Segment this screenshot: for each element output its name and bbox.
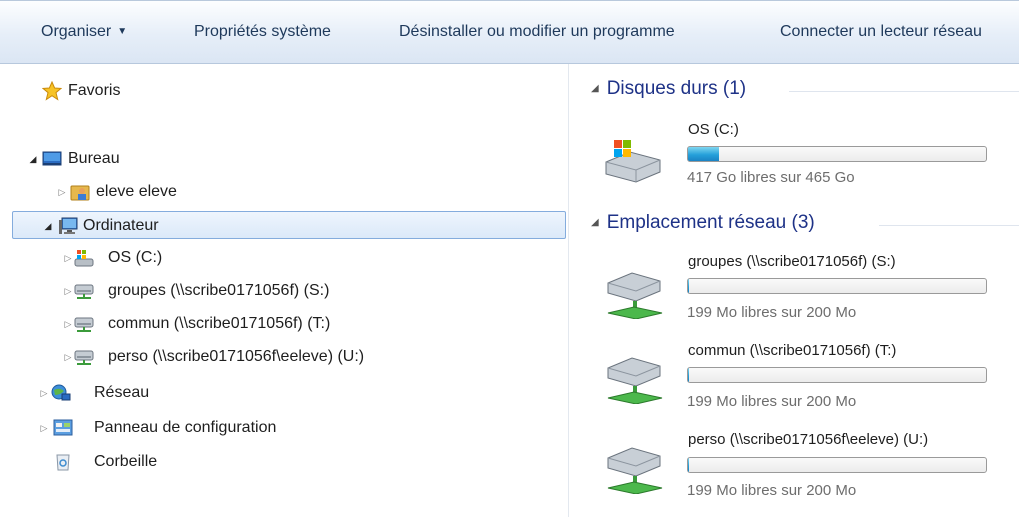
nav-item-recycle-bin[interactable]: Corbeille [10,448,550,476]
group-header-label: Disques durs (1) [606,78,747,99]
drive-name: groupes (\\scribe0171056f) (S:) [688,253,896,270]
collapse-arrow-icon: ◢ [591,83,599,94]
user-folder-icon [70,185,90,201]
usage-bar [687,457,987,473]
content-pane: ◢ Disques durs (1) OS (C:) 417 Go libres … [569,64,1019,517]
expand-arrow-icon[interactable]: ▷ [63,310,73,338]
usage-bar [687,367,987,383]
group-header-label: Emplacement réseau (3) [606,212,815,233]
uninstall-program-button[interactable]: Désinstaller ou modifier un programme [399,23,675,41]
nav-label: Corbeille [94,453,158,470]
drive-name: perso (\\scribe0171056f\eeleve) (U:) [688,431,929,448]
usage-fill [688,279,690,293]
drive-free-space: 199 Mo libres sur 200 Mo [687,393,857,410]
collapse-arrow-icon: ◢ [591,217,599,228]
expand-arrow-icon[interactable]: ▷ [63,277,73,305]
usage-fill [688,147,719,161]
usage-fill [688,458,690,472]
nav-label: Ordinateur [83,217,159,234]
nav-item-user[interactable]: ▷ eleve eleve [10,178,550,206]
nav-item-drive-s[interactable]: ▷ groupes (\\scribe0171056f) (S:) [10,277,550,305]
expand-arrow-icon[interactable]: ▷ [63,343,73,371]
nav-label: Réseau [94,384,150,401]
drive-name: commun (\\scribe0171056f) (T:) [688,342,897,359]
usage-fill [688,368,690,382]
control-panel-icon [53,419,73,436]
usage-bar [687,278,987,294]
expand-arrow-icon[interactable]: ▷ [63,244,73,272]
windows-drive-icon [74,250,94,267]
nav-label: commun (\\scribe0171056f) (T:) [108,315,331,332]
command-bar: Organiser ▼ Propriétés système Désinstall… [0,0,1019,64]
group-separator [879,225,1019,226]
group-separator [789,91,1019,92]
expand-arrow-icon[interactable]: ▷ [39,414,49,442]
expand-arrow-icon[interactable]: ▷ [39,379,49,407]
drive-name: OS (C:) [688,121,739,138]
collapse-arrow-icon[interactable]: ◢ [28,145,38,173]
group-header-network[interactable]: ◢ Emplacement réseau (3) [591,212,815,234]
network-icon [51,384,71,401]
nav-label: OS (C:) [108,249,163,266]
desktop-icon [42,151,62,166]
expand-arrow-icon[interactable]: ▷ [57,178,67,206]
network-drive-icon [74,317,94,332]
drive-free-space: 199 Mo libres sur 200 Mo [687,304,857,321]
organize-label: Organiser [41,23,112,40]
star-icon [42,81,62,101]
network-drive-icon [607,447,663,494]
nav-label: groupes (\\scribe0171056f) (S:) [108,282,330,299]
network-drive-icon [607,357,663,404]
nav-item-drive-c[interactable]: ▷ OS (C:) [10,244,550,272]
dropdown-arrow-icon: ▼ [117,26,128,37]
drive-free-space: 199 Mo libres sur 200 Mo [687,482,857,499]
network-drive-icon [607,272,663,319]
nav-item-network[interactable]: ▷ Réseau [10,379,550,407]
nav-label: Favoris [68,82,121,99]
nav-label: perso (\\scribe0171056f\eeleve) (U:) [108,348,365,365]
collapse-arrow-icon[interactable]: ◢ [43,212,53,240]
nav-item-desktop[interactable]: ◢ Bureau [10,145,550,173]
system-properties-button[interactable]: Propriétés système [194,23,331,41]
network-drive-icon [74,284,94,299]
recycle-bin-icon [56,454,70,471]
map-network-drive-button[interactable]: Connecter un lecteur réseau [780,23,982,41]
nav-item-computer[interactable]: ◢ Ordinateur [12,211,566,239]
nav-label: Panneau de configuration [94,419,277,436]
nav-item-control-panel[interactable]: ▷ Panneau de configuration [10,414,550,442]
navigation-pane: Favoris ◢ Bureau ▷ eleve eleve ◢ Ordinat… [0,64,568,517]
organize-button[interactable]: Organiser ▼ [41,23,127,41]
nav-item-drive-u[interactable]: ▷ perso (\\scribe0171056f\eeleve) (U:) [10,343,550,371]
network-drive-icon [74,350,94,365]
group-header-hard-disks[interactable]: ◢ Disques durs (1) [591,78,746,100]
nav-label: eleve eleve [96,183,177,200]
nav-item-drive-t[interactable]: ▷ commun (\\scribe0171056f) (T:) [10,310,550,338]
usage-bar [687,146,987,162]
computer-icon [59,217,78,234]
nav-item-favorites[interactable]: Favoris [10,77,550,105]
nav-label: Bureau [68,150,120,167]
windows-drive-icon [605,140,661,183]
drive-free-space: 417 Go libres sur 465 Go [687,169,855,186]
